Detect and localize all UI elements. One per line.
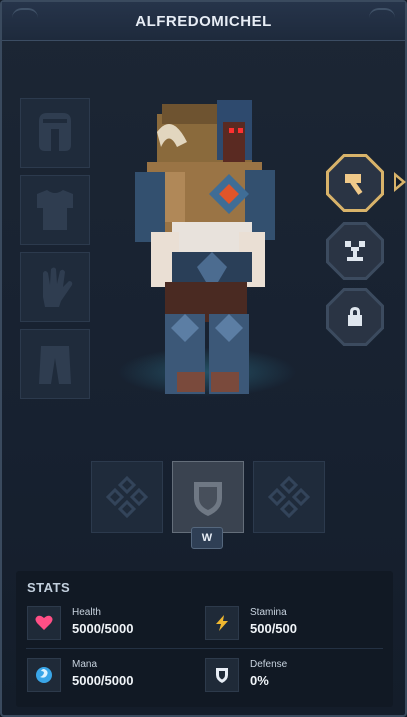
character-model xyxy=(135,100,275,394)
selected-tab-arrow-icon xyxy=(394,172,406,192)
helmet-icon xyxy=(39,113,71,151)
memory-tab-button[interactable] xyxy=(326,222,384,280)
header-ornament-right xyxy=(369,8,395,36)
shield-icon xyxy=(194,482,222,516)
stat-health: Health 5000/5000 xyxy=(27,606,197,646)
stat-label: Stamina xyxy=(250,607,287,618)
stat-value: 5000/5000 xyxy=(72,621,134,636)
stat-stamina: Stamina 500/500 xyxy=(205,606,375,646)
locked-tab-button[interactable] xyxy=(326,288,384,346)
lock-icon xyxy=(348,307,362,326)
stat-value: 5000/5000 xyxy=(72,673,134,688)
stat-mana: Mana 5000/5000 xyxy=(27,658,197,698)
stat-label: Mana xyxy=(72,659,98,670)
panel-header: ALFREDOMICHEL xyxy=(2,2,405,41)
stats-divider xyxy=(26,648,383,649)
glove-icon xyxy=(43,267,73,307)
heart-icon xyxy=(27,606,61,640)
stat-value: 0% xyxy=(250,673,269,688)
empty-slot-icon xyxy=(105,475,149,519)
gloves-slot[interactable] xyxy=(20,252,90,322)
tool-slot-center[interactable] xyxy=(172,461,244,533)
chestplate-icon xyxy=(37,190,73,230)
player-name: ALFREDOMICHEL xyxy=(135,12,272,30)
shield-icon xyxy=(205,658,239,692)
leggings-icon xyxy=(39,346,71,384)
tool-slot-left[interactable] xyxy=(91,461,163,533)
chest-slot[interactable] xyxy=(20,175,90,245)
empty-slot-icon xyxy=(267,475,311,519)
tools-tab-button[interactable] xyxy=(326,154,384,212)
tool-slot-right[interactable] xyxy=(253,461,325,533)
stat-label: Defense xyxy=(250,659,288,670)
stats-section: STATS Health 5000/5000 Stamina 500/500 M… xyxy=(16,571,393,707)
header-ornament-left xyxy=(12,8,38,36)
stat-value: 500/500 xyxy=(250,621,297,636)
stats-heading: STATS xyxy=(27,580,71,595)
helmet-slot[interactable] xyxy=(20,98,90,168)
stat-label: Health xyxy=(72,607,101,618)
keybind-badge: W xyxy=(191,527,223,549)
leggings-slot[interactable] xyxy=(20,329,90,399)
character-panel: ALFREDOMICHEL W STATS Health 5000/5000 S… xyxy=(0,0,407,717)
memory-icon xyxy=(345,241,365,261)
stat-defense: Defense 0% xyxy=(205,658,375,698)
mana-swirl-icon xyxy=(27,658,61,692)
lightning-icon xyxy=(205,606,239,640)
hammer-icon xyxy=(345,174,363,195)
